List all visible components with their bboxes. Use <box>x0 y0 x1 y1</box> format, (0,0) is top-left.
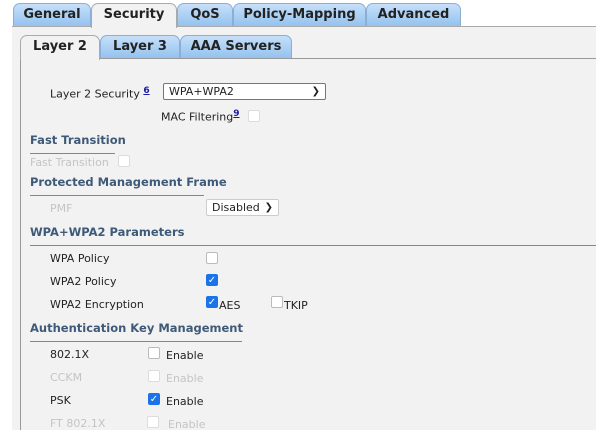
mac-filtering-label: MAC Filtering9 <box>161 109 240 124</box>
chevron-down-icon: ❯ <box>311 86 320 97</box>
tkip-checkbox[interactable] <box>271 296 283 308</box>
pmf-select[interactable]: Disabled ❯ <box>206 199 279 216</box>
akm-ft-802-1x-checkbox[interactable] <box>147 416 159 428</box>
tab-policy-mapping[interactable]: Policy-Mapping <box>233 3 366 26</box>
aes-checkbox[interactable]: ✓ <box>206 296 218 308</box>
wpa2-policy-checkbox[interactable]: ✓ <box>206 274 218 286</box>
akm-802-1x-label: 802.1X <box>50 348 90 361</box>
tkip-label: TKIP <box>284 299 308 312</box>
fast-transition-heading: Fast Transition <box>30 133 126 147</box>
subtab-layer2[interactable]: Layer 2 <box>20 35 100 60</box>
wpa-policy-label: WPA Policy <box>50 252 110 265</box>
layer2-security-select[interactable]: WPA+WPA2 ❯ <box>163 83 326 100</box>
fast-transition-label: Fast Transition <box>30 156 109 169</box>
tab-security[interactable]: Security <box>91 3 177 28</box>
wpa2-policy-label: WPA2 Policy <box>50 275 117 288</box>
pmf-label: PMF <box>50 202 73 215</box>
wpa-policy-checkbox[interactable] <box>206 252 218 264</box>
fast-transition-checkbox[interactable] <box>118 155 130 167</box>
tab-qos[interactable]: QoS <box>177 3 233 26</box>
subtab-layer3[interactable]: Layer 3 <box>100 35 180 58</box>
akm-heading: Authentication Key Management <box>30 321 243 335</box>
enable-label: Enable <box>166 395 204 408</box>
enable-label: Enable <box>166 349 204 362</box>
subtab-panel <box>20 58 596 430</box>
subtab-aaa-servers[interactable]: AAA Servers <box>180 35 292 58</box>
tab-general[interactable]: General <box>13 3 91 26</box>
akm-802-1x-checkbox[interactable] <box>148 347 160 359</box>
wpa-params-heading: WPA+WPA2 Parameters <box>30 225 185 239</box>
chevron-down-icon: ❯ <box>264 202 273 213</box>
enable-label: Enable <box>166 372 204 385</box>
akm-cckm-label: CCKM <box>50 371 83 384</box>
akm-ft-802-1x-label: FT 802.1X <box>50 417 106 430</box>
footnote-link[interactable]: 9 <box>233 109 239 119</box>
pmf-heading: Protected Management Frame <box>30 175 227 189</box>
mac-filtering-checkbox[interactable] <box>248 110 260 122</box>
akm-psk-label: PSK <box>50 394 71 407</box>
tab-advanced[interactable]: Advanced <box>366 3 461 26</box>
akm-cckm-checkbox[interactable] <box>148 370 160 382</box>
aes-label: AES <box>219 299 241 312</box>
wpa2-encryption-label: WPA2 Encryption <box>50 298 144 311</box>
layer2-security-label: Layer 2 Security 6 <box>50 86 150 101</box>
footnote-link[interactable]: 6 <box>143 86 149 96</box>
enable-label: Enable <box>168 418 206 431</box>
akm-psk-checkbox[interactable]: ✓ <box>148 393 160 405</box>
